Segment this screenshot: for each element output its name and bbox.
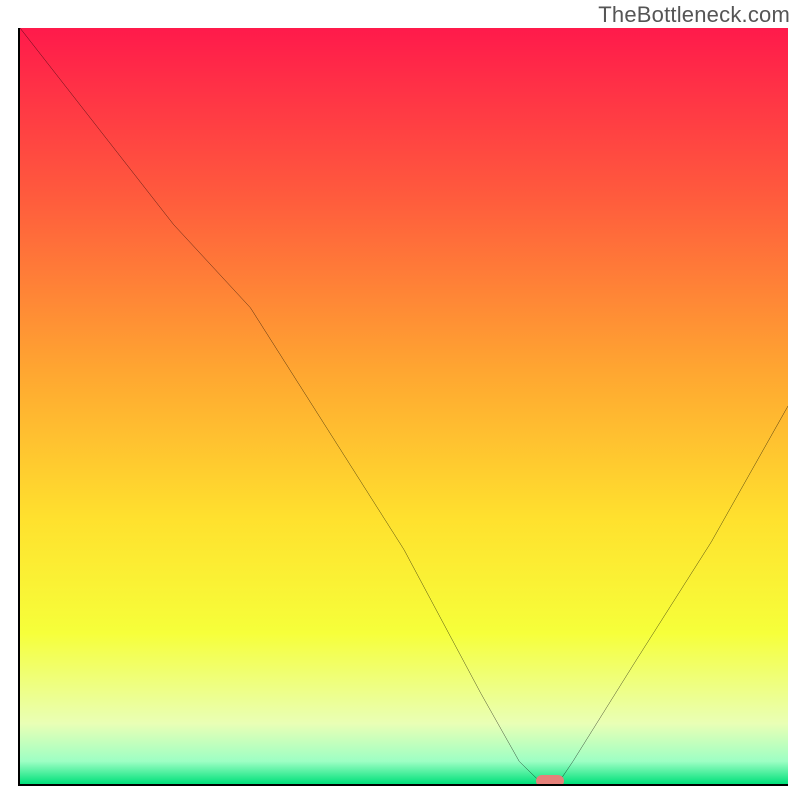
chart-container: TheBottleneck.com (0, 0, 800, 800)
watermark-text: TheBottleneck.com (598, 2, 790, 28)
bottleneck-curve (20, 28, 788, 784)
plot-area (18, 28, 788, 786)
optimal-marker (536, 775, 564, 786)
